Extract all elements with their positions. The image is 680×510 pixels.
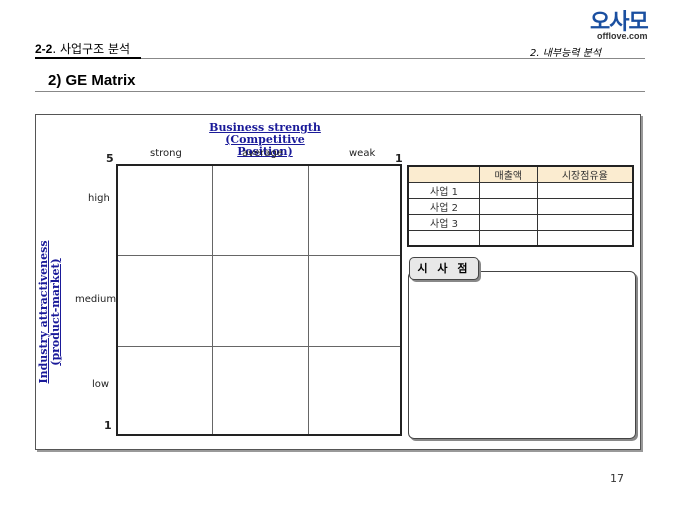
table-row: 사업 1	[407, 182, 634, 199]
business-table: 매출액 시장점유율 사업 1 사업 2 사업 3	[407, 165, 634, 247]
logo-sub: offlove.com	[597, 31, 648, 41]
section-heading: 2-2. 사업구조 분석	[35, 40, 130, 57]
table-row: 사업 2	[407, 198, 634, 215]
x-max-label: 5	[106, 152, 114, 165]
divider	[35, 57, 141, 59]
y-min-label: 1	[104, 419, 112, 432]
y-axis-title: Industry attractiveness (product-market)	[37, 240, 62, 384]
y-label-medium: medium	[75, 294, 117, 305]
page-title: 2) GE Matrix	[48, 72, 136, 89]
implications-label: 시 사 점	[409, 257, 479, 280]
ge-matrix-grid	[116, 164, 402, 436]
divider	[35, 91, 645, 92]
section-number: 2-2	[35, 42, 53, 56]
y-label-high: high	[88, 193, 110, 204]
table-row: 사업 3	[407, 214, 634, 231]
implications-box	[408, 271, 636, 439]
x-label-weak: weak	[349, 148, 376, 159]
chapter-label: 2. 내부능력 분석	[530, 48, 602, 59]
table-row	[407, 230, 634, 247]
x-label-strong: strong	[150, 148, 182, 159]
section-title: . 사업구조 분석	[52, 42, 131, 56]
y-label-low: low	[92, 379, 110, 390]
page-number: 17	[610, 472, 624, 485]
x-label-average: average	[242, 148, 283, 159]
